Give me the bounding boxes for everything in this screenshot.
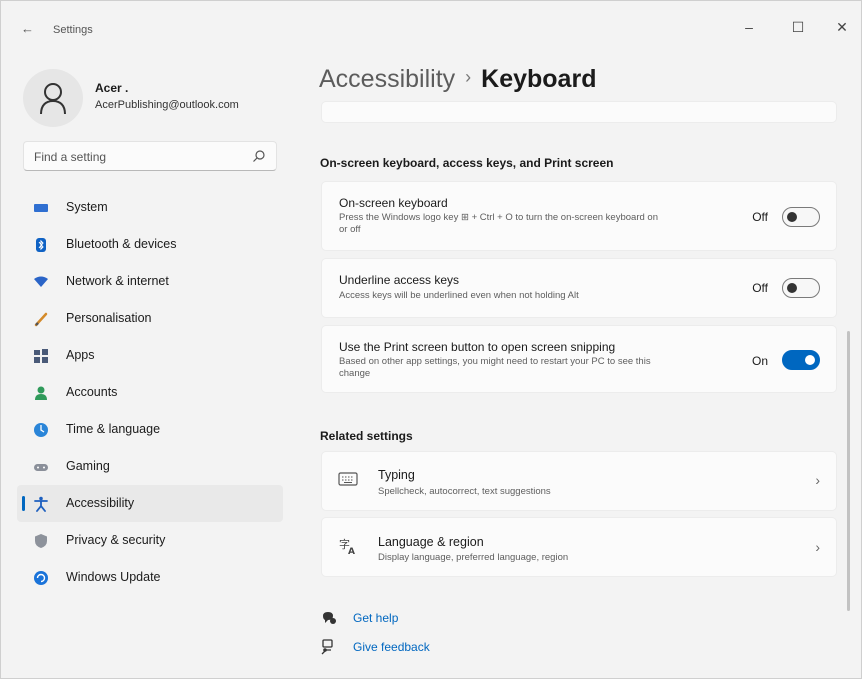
personalisation-icon bbox=[34, 312, 48, 327]
toggle-state-label: On bbox=[751, 354, 768, 368]
toggle-knob bbox=[805, 355, 815, 365]
minimize-button[interactable]: – bbox=[734, 15, 764, 39]
sidebar-item-apps[interactable]: Apps bbox=[17, 337, 283, 374]
bluetooth-icon bbox=[36, 238, 46, 252]
settings-window: ← Settings – ☐ ✕ Acer . AcerPublishing@o… bbox=[0, 0, 862, 679]
sidebar-item-personalisation[interactable]: Personalisation bbox=[17, 300, 283, 337]
sidebar-item-label: Gaming bbox=[66, 459, 110, 473]
sidebar-item-label: Time & language bbox=[66, 422, 161, 436]
maximize-button[interactable]: ☐ bbox=[783, 15, 813, 39]
toggle-knob bbox=[787, 283, 797, 293]
related-item-title: Typing bbox=[378, 468, 415, 482]
setting-description: Based on other app settings, you might n… bbox=[339, 356, 651, 379]
related-item-description: Display language, preferred language, re… bbox=[378, 552, 569, 563]
privacy-icon bbox=[35, 534, 47, 548]
sidebar-item-windows-update[interactable]: Windows Update bbox=[17, 559, 283, 596]
setting-title: Underline access keys bbox=[339, 273, 460, 287]
system-icon bbox=[34, 204, 48, 212]
section-heading: On-screen keyboard, access keys, and Pri… bbox=[320, 156, 614, 170]
user-icon bbox=[40, 83, 66, 115]
sidebar-item-time-language[interactable]: Time & language bbox=[17, 411, 283, 448]
sidebar-nav: System Bluetooth & devices Network & int… bbox=[17, 189, 283, 596]
avatar bbox=[23, 69, 83, 127]
toggle-state-label: Off bbox=[752, 210, 768, 224]
chevron-right-icon: › bbox=[815, 539, 820, 555]
on-screen-keyboard-toggle[interactable] bbox=[782, 207, 820, 227]
sidebar-item-label: Accounts bbox=[66, 385, 118, 399]
feedback-icon bbox=[321, 639, 333, 655]
accounts-icon bbox=[35, 386, 47, 400]
sidebar-item-label: Bluetooth & devices bbox=[66, 237, 177, 251]
back-button[interactable]: ← bbox=[21, 21, 34, 36]
sidebar-item-label: System bbox=[66, 200, 108, 214]
search-box bbox=[23, 141, 277, 171]
sidebar-item-accessibility[interactable]: Accessibility bbox=[17, 485, 283, 522]
setting-on-screen-keyboard: On-screen keyboard Press the Windows log… bbox=[321, 181, 837, 251]
profile-name: Acer . bbox=[95, 81, 129, 95]
time-language-icon bbox=[34, 423, 48, 437]
language-icon: 字 A bbox=[339, 537, 355, 555]
search-icon[interactable] bbox=[252, 149, 266, 163]
gaming-icon bbox=[34, 464, 48, 471]
sidebar-item-system[interactable]: System bbox=[17, 189, 283, 226]
breadcrumb-separator: › bbox=[465, 67, 472, 87]
page-title: Keyboard bbox=[481, 65, 597, 93]
chevron-right-icon: › bbox=[815, 472, 820, 488]
related-item-description: Spellcheck, autocorrect, text suggestion… bbox=[378, 486, 551, 497]
get-help-link[interactable]: Get help bbox=[353, 611, 398, 625]
toggle-knob bbox=[787, 212, 797, 222]
sidebar-item-label: Apps bbox=[66, 348, 95, 362]
setting-print-screen: Use the Print screen button to open scre… bbox=[321, 325, 837, 393]
setting-description: Press the Windows logo key ⊞ + Ctrl + O … bbox=[339, 212, 658, 235]
print-screen-toggle[interactable] bbox=[782, 350, 820, 370]
give-feedback-row: Give feedback bbox=[321, 638, 481, 658]
search-input[interactable] bbox=[34, 148, 244, 166]
title-bar: ← Settings – ☐ ✕ bbox=[1, 1, 861, 47]
sidebar-item-label: Privacy & security bbox=[66, 533, 166, 547]
sidebar-item-gaming[interactable]: Gaming bbox=[17, 448, 283, 485]
selection-indicator bbox=[22, 496, 25, 511]
breadcrumb-parent[interactable]: Accessibility bbox=[319, 65, 455, 93]
profile-email: AcerPublishing@outlook.com bbox=[95, 99, 239, 111]
windows-update-icon bbox=[34, 571, 48, 585]
toggle-state-label: Off bbox=[752, 281, 768, 295]
setting-description: Access keys will be underlined even when… bbox=[339, 290, 579, 301]
sidebar-item-label: Windows Update bbox=[66, 570, 161, 584]
related-item-language-region[interactable]: 字 A Language & region Display language, … bbox=[321, 517, 837, 577]
get-help-row: Get help bbox=[321, 609, 481, 629]
keyboard-icon bbox=[338, 472, 358, 486]
sidebar-item-bluetooth[interactable]: Bluetooth & devices bbox=[17, 226, 283, 263]
related-item-typing[interactable]: Typing Spellcheck, autocorrect, text sug… bbox=[321, 451, 837, 511]
setting-underline-access-keys: Underline access keys Access keys will b… bbox=[321, 258, 837, 318]
sidebar-item-label: Network & internet bbox=[66, 274, 169, 288]
scrolled-card bbox=[321, 101, 837, 123]
sidebar-item-label: Personalisation bbox=[66, 311, 152, 325]
sidebar-item-privacy[interactable]: Privacy & security bbox=[17, 522, 283, 559]
sidebar-item-network[interactable]: Network & internet bbox=[17, 263, 283, 300]
accessibility-icon bbox=[34, 496, 48, 512]
give-feedback-link[interactable]: Give feedback bbox=[353, 640, 430, 654]
close-button[interactable]: ✕ bbox=[827, 15, 857, 39]
sidebar-item-label: Accessibility bbox=[66, 496, 135, 510]
sidebar-item-accounts[interactable]: Accounts bbox=[17, 374, 283, 411]
related-item-title: Language & region bbox=[378, 535, 484, 549]
breadcrumb: Accessibility › Keyboard bbox=[319, 65, 596, 94]
svg-text:A: A bbox=[348, 547, 355, 555]
underline-access-keys-toggle[interactable] bbox=[782, 278, 820, 298]
window-title: Settings bbox=[53, 24, 93, 36]
scrollbar[interactable] bbox=[847, 331, 850, 611]
setting-title: Use the Print screen button to open scre… bbox=[339, 340, 616, 354]
help-icon bbox=[323, 612, 336, 624]
section-heading: Related settings bbox=[320, 429, 413, 443]
network-icon bbox=[34, 276, 48, 287]
apps-icon bbox=[34, 349, 48, 363]
setting-title: On-screen keyboard bbox=[339, 196, 448, 210]
